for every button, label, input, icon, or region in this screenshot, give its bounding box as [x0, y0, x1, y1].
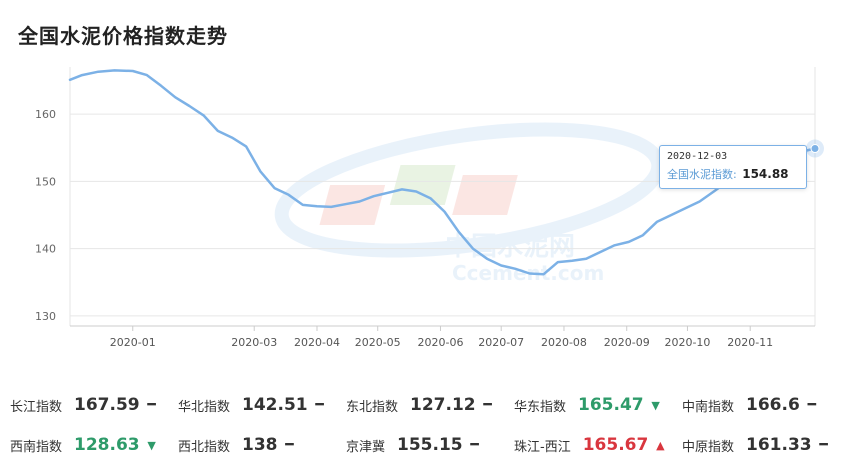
stats-row: 长江指数 167.59 ━ 华北指数 142.51 ━ 东北指数 127.12 ━ 华东指数 165… [0, 390, 854, 420]
stat-value: 165.67 [582, 435, 649, 455]
flat-dash-icon: ━ [483, 397, 492, 413]
stat-cell[interactable]: 中原指数 161.33 ━ [682, 430, 830, 460]
x-axis-labels: 2020-01 2020-03 2020-04 2020-05 2020-06 2020-… [110, 336, 773, 349]
stat-label: 长江指数 [10, 399, 63, 415]
stat-cell[interactable]: 西北指数 138 ━ [178, 430, 296, 460]
y-tick-label: 150 [35, 175, 56, 188]
cement-index-chart: 中国水泥网 Ccement.com 130140150160 2020-01 20… [35, 67, 824, 349]
up-arrow-icon: ▲ [656, 438, 665, 452]
x-tick-label: 2020-11 [727, 336, 773, 349]
stat-value: 167.59 [74, 395, 140, 415]
flat-dash-icon: ━ [470, 437, 479, 453]
y-tick-label: 130 [35, 310, 56, 323]
stat-value: 128.63 [74, 435, 140, 455]
stat-label: 中南指数 [682, 399, 735, 415]
x-tick-label: 2020-07 [478, 336, 524, 349]
stat-label: 华东指数 [514, 399, 567, 415]
x-tick-label: 2020-01 [110, 336, 156, 349]
svg-text:中国水泥网: 中国水泥网 [445, 232, 575, 262]
y-axis-labels: 130 140 150 160 [35, 108, 56, 323]
hover-point[interactable] [810, 144, 820, 154]
flat-dash-icon: ━ [147, 397, 156, 413]
page-title: 全国水泥价格指数走势 [18, 24, 228, 48]
down-arrow-icon: ▼ [147, 438, 156, 452]
stat-cell[interactable]: 西南指数 128.63 ▼ [10, 430, 158, 460]
flat-dash-icon: ━ [807, 397, 817, 413]
x-tick-label: 2020-08 [541, 336, 587, 349]
stat-value: 127.12 [410, 395, 476, 415]
stat-cell[interactable]: 长江指数 167.59 ━ [10, 390, 158, 420]
stat-label: 珠江-西江 [514, 439, 571, 455]
stat-label: 东北指数 [346, 399, 399, 415]
y-tick-label: 160 [35, 108, 56, 121]
x-axis [70, 325, 815, 331]
stat-cell[interactable]: 华北指数 142.51 ━ [178, 390, 326, 420]
stat-label: 西南指数 [10, 439, 63, 455]
stat-cell[interactable]: 中南指数 166.6 ━ [682, 390, 818, 420]
stat-value: 138 [242, 435, 278, 455]
flat-dash-icon: ━ [315, 397, 324, 413]
x-tick-label: 2020-06 [417, 336, 463, 349]
stat-cell[interactable]: 京津冀 155.15 ━ [346, 430, 481, 460]
stats-row: 西南指数 128.63 ▼ 西北指数 138 ━ 京津冀 155.15 ━ 珠江-西江 165.67… [0, 430, 854, 460]
flat-dash-icon: ━ [285, 437, 294, 453]
tooltip-value: 154.88 [742, 167, 789, 181]
stat-value: 142.51 [242, 395, 308, 415]
stat-cell[interactable]: 东北指数 127.12 ━ [346, 390, 494, 420]
stat-value: 155.15 [397, 435, 463, 455]
stat-label: 京津冀 [346, 439, 386, 455]
x-tick-label: 2020-04 [294, 336, 340, 349]
stat-label: 中原指数 [682, 439, 735, 455]
x-tick-label: 2020-09 [604, 336, 650, 349]
tooltip-date: 2020-12-03 [667, 151, 728, 162]
x-tick-label: 2020-05 [355, 336, 401, 349]
stat-value: 166.6 [746, 395, 800, 415]
watermark-logo: 中国水泥网 Ccement.com [274, 122, 666, 285]
y-tick-label: 140 [35, 243, 56, 256]
stat-cell[interactable]: 华东指数 165.47 ▼ [514, 390, 662, 420]
x-tick-label: 2020-10 [664, 336, 710, 349]
tooltip: 2020-12-03 全国水泥指数: 154.88 [659, 145, 807, 189]
stat-label: 西北指数 [178, 439, 231, 455]
stat-cell[interactable]: 珠江-西江 165.67 ▲ [514, 430, 666, 460]
stat-value: 165.47 [578, 395, 644, 415]
down-arrow-icon: ▼ [651, 398, 660, 412]
stat-label: 华北指数 [178, 399, 231, 415]
flat-dash-icon: ━ [819, 437, 828, 453]
stat-value: 161.33 [746, 435, 812, 455]
tooltip-series-name: 全国水泥指数: [667, 168, 737, 181]
x-tick-label: 2020-03 [231, 336, 277, 349]
